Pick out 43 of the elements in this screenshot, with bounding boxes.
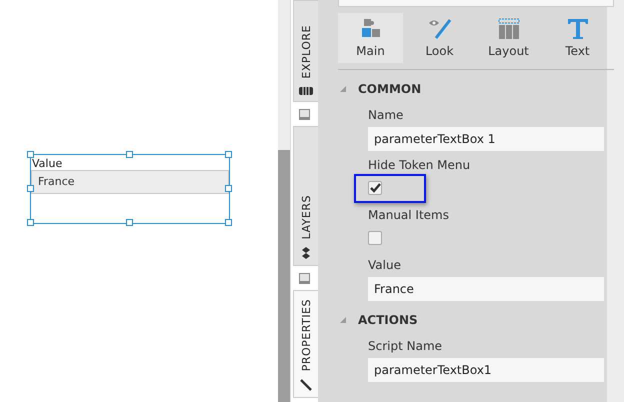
field-label: Hide Token Menu (368, 157, 472, 173)
scrollbar[interactable] (278, 150, 290, 402)
resize-handle[interactable] (27, 219, 34, 226)
pen-icon (300, 379, 312, 391)
checkbox[interactable] (368, 181, 382, 195)
panel-icon[interactable] (299, 109, 310, 120)
toolbar-tab[interactable]: Layout (476, 13, 541, 63)
side-tab[interactable]: PROPERTIES (293, 290, 318, 398)
resize-handle[interactable] (225, 219, 232, 226)
columns-icon (498, 18, 520, 40)
widget-label: Value (31, 156, 64, 170)
input-field[interactable]: parameterTextBox1 (368, 358, 604, 382)
side-tab[interactable]: EXPLORE (293, 0, 318, 102)
expand-icon[interactable] (340, 317, 346, 323)
side-tab[interactable]: LAYERS (293, 126, 318, 266)
resize-handle[interactable] (225, 151, 232, 158)
section-title: COMMON (358, 82, 422, 96)
expand-icon[interactable] (340, 86, 346, 92)
resize-handle[interactable] (126, 219, 133, 226)
field-label: Manual Items (368, 207, 450, 223)
puzzle-icon (360, 18, 382, 40)
letter-icon (566, 18, 588, 40)
field-label: Name (368, 107, 404, 123)
field-label: Script Name (368, 338, 444, 354)
panel-icon[interactable] (299, 273, 310, 284)
toolbar-tab[interactable]: Main (338, 13, 403, 63)
toolbar-tab[interactable]: Look (407, 13, 472, 63)
input-field[interactable]: France (368, 277, 604, 301)
widget-input[interactable]: France (31, 170, 229, 194)
field-label: Value (368, 257, 402, 273)
resize-handle[interactable] (27, 185, 34, 192)
stack-icon (299, 87, 313, 95)
resize-handle[interactable] (27, 151, 34, 158)
layers-icon (301, 247, 311, 259)
resize-handle[interactable] (225, 185, 232, 192)
checkbox[interactable] (368, 231, 382, 245)
section-title: ACTIONS (358, 313, 418, 327)
text-box-widget[interactable]: Value France (30, 154, 230, 224)
input-field[interactable]: parameterTextBox 1 (368, 127, 604, 151)
toolbar-tab[interactable]: Text (545, 13, 610, 63)
eye-brush-icon (428, 18, 452, 40)
search-field[interactable] (338, 0, 614, 7)
resize-handle[interactable] (126, 151, 133, 158)
